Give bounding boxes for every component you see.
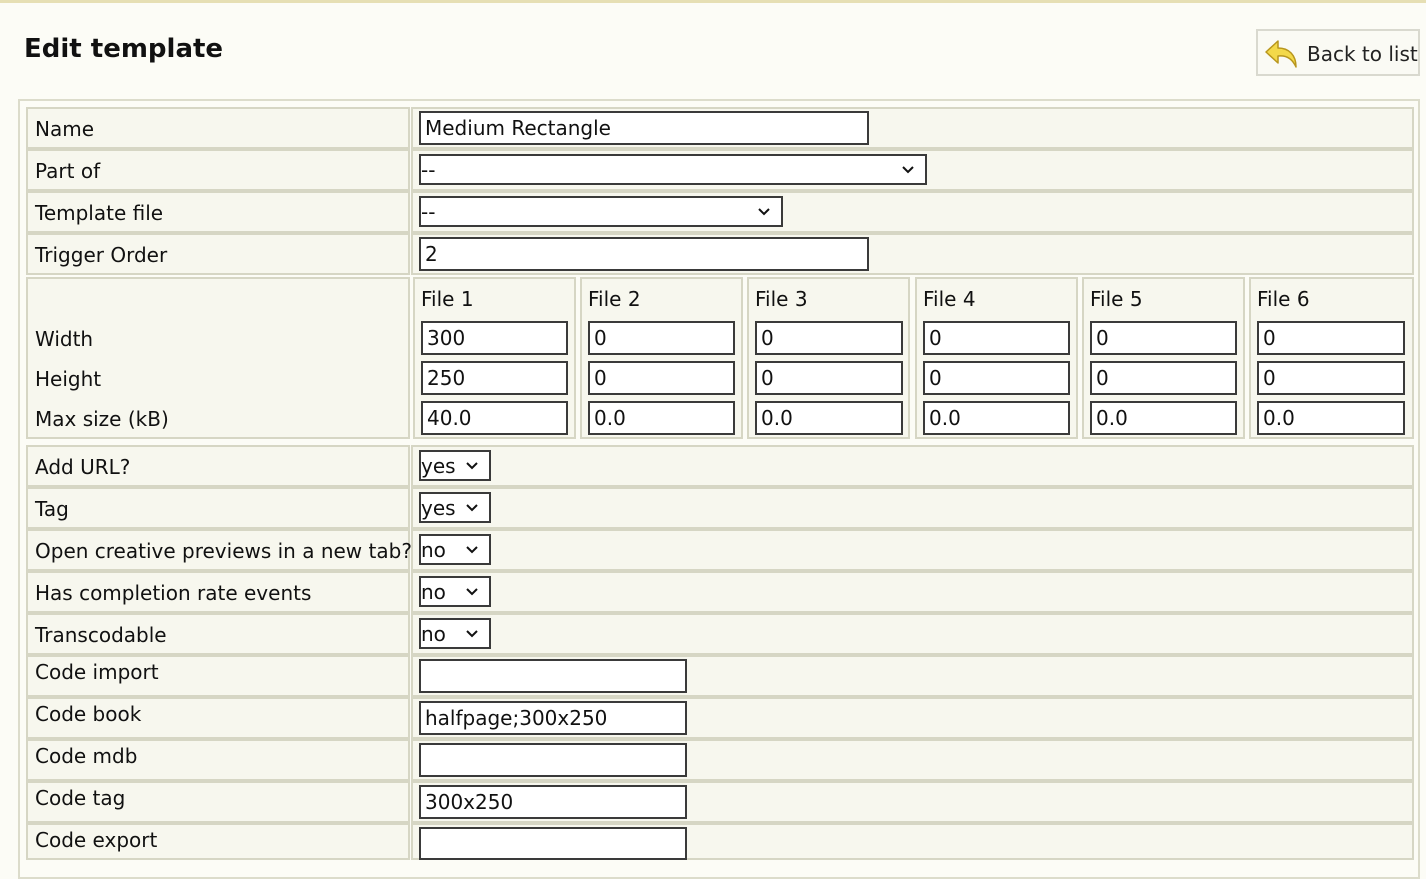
- chevron-down-icon: [466, 504, 478, 512]
- open-previews-selected: no: [421, 538, 446, 562]
- open-previews-label-cell: Open creative previews in a new tab?: [26, 529, 412, 571]
- max-size-file-5-input[interactable]: [1090, 401, 1237, 435]
- name-input[interactable]: [419, 111, 869, 145]
- name-label-cell: Name: [26, 107, 410, 149]
- code-book-label-cell: Code book: [26, 697, 410, 739]
- max-size-label: Max size (kB): [35, 407, 169, 431]
- code-import-input[interactable]: [419, 659, 687, 693]
- tag-label: Tag: [35, 497, 69, 521]
- template-file-selected: --: [421, 200, 436, 224]
- add-url-label: Add URL?: [35, 455, 131, 479]
- max-size-file-4-input[interactable]: [923, 401, 1070, 435]
- height-file-2-input[interactable]: [588, 361, 735, 395]
- max-size-file-1-input[interactable]: [421, 401, 568, 435]
- open-previews-value-cell: [411, 529, 1414, 571]
- width-file-3-input[interactable]: [755, 321, 903, 355]
- height-file-4-input[interactable]: [923, 361, 1070, 395]
- completion-events-select[interactable]: no: [419, 576, 491, 607]
- back-to-list-label: Back to list: [1307, 42, 1418, 66]
- add-url-value-cell: [411, 445, 1414, 487]
- chevron-down-icon: [466, 546, 478, 554]
- tag-value-cell: [411, 487, 1414, 529]
- width-file-5-input[interactable]: [1090, 321, 1237, 355]
- code-export-label-cell: Code export: [26, 823, 410, 860]
- transcodable-value-cell: [411, 613, 1414, 655]
- tag-select[interactable]: yes: [419, 492, 491, 523]
- code-tag-input[interactable]: [419, 785, 687, 819]
- chevron-down-icon: [758, 208, 770, 216]
- height-file-3-input[interactable]: [755, 361, 903, 395]
- code-export-input[interactable]: [419, 827, 687, 860]
- tag-selected: yes: [421, 496, 456, 520]
- code-mdb-input[interactable]: [419, 743, 687, 777]
- completion-events-label-cell: Has completion rate events: [26, 571, 410, 613]
- transcodable-label: Transcodable: [35, 623, 167, 647]
- open-previews-select[interactable]: no: [419, 534, 491, 565]
- files-label-cell: Width Height Max size (kB): [26, 277, 410, 439]
- code-mdb-label-cell: Code mdb: [26, 739, 410, 781]
- file-6-header: File 6: [1257, 287, 1310, 311]
- width-label: Width: [35, 327, 94, 351]
- code-tag-label: Code tag: [35, 786, 126, 810]
- file-2-header: File 2: [588, 287, 641, 311]
- code-export-label: Code export: [35, 828, 158, 852]
- width-file-6-input[interactable]: [1257, 321, 1405, 355]
- chevron-down-icon: [466, 462, 478, 470]
- template-file-label-cell: Template file: [26, 191, 410, 233]
- height-file-6-input[interactable]: [1257, 361, 1405, 395]
- height-file-1-input[interactable]: [421, 361, 568, 395]
- add-url-label-cell: Add URL?: [26, 445, 410, 487]
- code-book-input[interactable]: [419, 701, 687, 735]
- name-label: Name: [35, 117, 95, 141]
- add-url-selected: yes: [421, 454, 456, 478]
- trigger-order-label: Trigger Order: [35, 243, 168, 267]
- height-label: Height: [35, 367, 102, 391]
- file-3-header: File 3: [755, 287, 808, 311]
- top-border: [0, 0, 1426, 3]
- code-import-label-cell: Code import: [26, 655, 410, 697]
- back-to-list-button[interactable]: Back to list: [1256, 29, 1420, 76]
- part-of-selected: --: [421, 158, 436, 182]
- code-book-label: Code book: [35, 702, 142, 726]
- template-file-select[interactable]: --: [419, 196, 783, 227]
- file-5-header: File 5: [1090, 287, 1143, 311]
- code-mdb-label: Code mdb: [35, 744, 138, 768]
- transcodable-select[interactable]: no: [419, 618, 491, 649]
- completion-events-selected: no: [421, 580, 446, 604]
- part-of-label: Part of: [35, 159, 101, 183]
- max-size-file-6-input[interactable]: [1257, 401, 1405, 435]
- add-url-select[interactable]: yes: [419, 450, 491, 481]
- template-file-label: Template file: [35, 201, 164, 225]
- part-of-label-cell: Part of: [26, 149, 410, 191]
- page-title: Edit template: [24, 34, 224, 64]
- trigger-order-label-cell: Trigger Order: [26, 233, 410, 275]
- file-1-header: File 1: [421, 287, 474, 311]
- code-import-label: Code import: [35, 660, 159, 684]
- width-file-1-input[interactable]: [421, 321, 568, 355]
- transcodable-selected: no: [421, 622, 446, 646]
- open-previews-label: Open creative previews in a new tab?: [35, 539, 412, 563]
- chevron-down-icon: [466, 630, 478, 638]
- max-size-file-2-input[interactable]: [588, 401, 735, 435]
- undo-arrow-icon: [1265, 40, 1297, 68]
- chevron-down-icon: [902, 166, 914, 174]
- transcodable-label-cell: Transcodable: [26, 613, 410, 655]
- max-size-file-3-input[interactable]: [755, 401, 903, 435]
- width-file-4-input[interactable]: [923, 321, 1070, 355]
- part-of-select[interactable]: --: [419, 154, 927, 185]
- tag-label-cell: Tag: [26, 487, 410, 529]
- trigger-order-input[interactable]: [419, 237, 869, 271]
- code-tag-label-cell: Code tag: [26, 781, 410, 823]
- completion-events-label: Has completion rate events: [35, 581, 312, 605]
- file-4-header: File 4: [923, 287, 976, 311]
- width-file-2-input[interactable]: [588, 321, 735, 355]
- chevron-down-icon: [466, 588, 478, 596]
- height-file-5-input[interactable]: [1090, 361, 1237, 395]
- completion-events-value-cell: [411, 571, 1414, 613]
